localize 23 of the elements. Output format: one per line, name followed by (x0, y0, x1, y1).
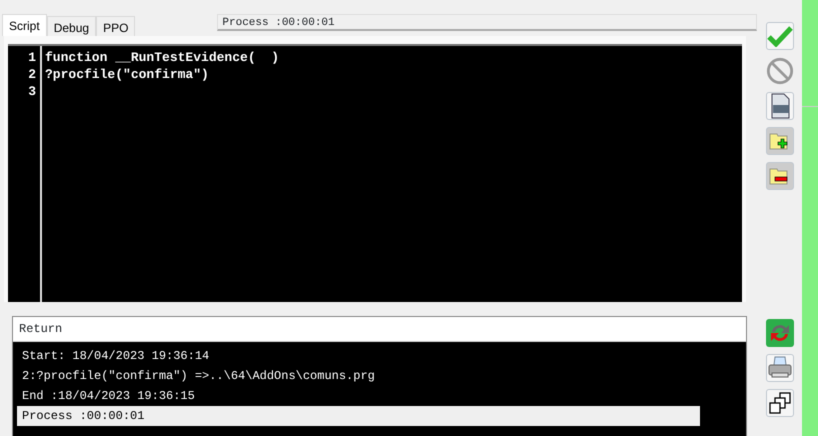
tab[interactable]: PPO (96, 16, 136, 36)
print-button[interactable] (766, 354, 794, 382)
line-number: 2 (27, 66, 36, 83)
line-number: 3 (27, 83, 36, 100)
printer-icon (767, 356, 793, 380)
save-all-button[interactable] (766, 389, 794, 417)
tab[interactable]: Debug (46, 16, 96, 36)
line-number: 1 (27, 49, 36, 66)
column-header: Return (13, 317, 746, 342)
output-line[interactable]: 2:?procfile("confirma") =>..\64\AddOns\comuns.prg (17, 366, 700, 386)
prohibited-icon (766, 56, 794, 86)
output-line[interactable]: End :18/04/2023 19:36:15 (17, 386, 700, 406)
tab[interactable]: Script (2, 14, 47, 36)
file-icon (769, 93, 791, 119)
remove-folder-button[interactable] (766, 162, 794, 190)
output-line[interactable]: Start: 18/04/2023 19:36:14 (17, 346, 700, 366)
check-icon (767, 25, 793, 47)
file-button[interactable] (766, 92, 794, 120)
code-line: function __RunTestEvidence( ) (45, 50, 280, 65)
process-field: Process :00:00:01 (217, 14, 758, 31)
add-folder-button[interactable] (766, 127, 794, 155)
code-line: ?procfile("confirma") (45, 67, 209, 82)
floppy-disks-icon (768, 391, 792, 415)
